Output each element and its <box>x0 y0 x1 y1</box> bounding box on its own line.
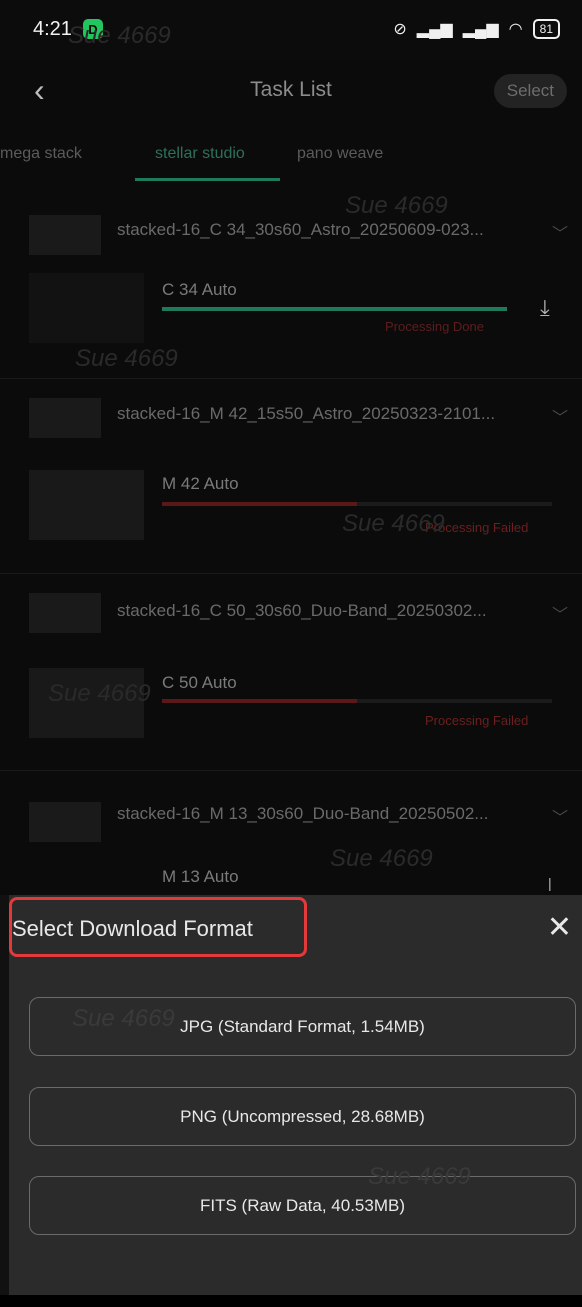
task-thumbnail <box>29 215 101 255</box>
progress-track <box>162 699 552 703</box>
task-status: Processing Done <box>385 319 484 334</box>
task-item[interactable]: stacked-16_C 50_30s60_Duo-Band_20250302.… <box>0 573 582 771</box>
tab-pano-weave[interactable]: pano weave <box>297 145 383 163</box>
progress-track <box>162 307 507 311</box>
task-label: C 50 Auto <box>162 673 237 692</box>
status-time: 4:21 <box>33 18 72 40</box>
chevron-down-icon[interactable]: ﹀ <box>552 601 568 625</box>
watermark: Sue 4669 <box>72 1005 175 1032</box>
download-icon[interactable]: ⤓ <box>540 295 550 321</box>
watermark: Sue 4669 <box>342 510 445 537</box>
close-icon[interactable]: ✕ <box>547 910 572 945</box>
sheet-edge <box>0 895 9 1307</box>
option-label: JPG (Standard Format, 1.54MB) <box>180 1016 425 1036</box>
chevron-down-icon[interactable]: ﹀ <box>552 220 568 244</box>
wifi-icon: ◠ <box>508 21 523 38</box>
fits-option-button[interactable]: FITS (Raw Data, 40.53MB) <box>29 1176 576 1235</box>
tab-stellar-studio[interactable]: stellar studio <box>155 145 245 163</box>
watermark: Sue 4669 <box>330 845 433 872</box>
active-tab-indicator <box>135 178 280 181</box>
signal-icon: ▂▄▆ <box>416 21 453 38</box>
task-thumbnail <box>29 593 101 633</box>
option-label: FITS (Raw Data, 40.53MB) <box>199 1195 405 1215</box>
task-label: M 42 Auto <box>162 474 239 493</box>
task-thumbnail <box>29 398 101 438</box>
task-label: C 34 Auto <box>162 280 237 299</box>
task-item[interactable]: stacked-16_M 13_30s60_Duo-Band_20250502.… <box>0 770 582 895</box>
task-title: stacked-16_C 34_30s60_Astro_20250609-023… <box>117 220 484 239</box>
task-status: Processing Failed <box>425 713 529 728</box>
battery-icon: 81 <box>532 19 560 39</box>
task-thumbnail <box>29 802 101 842</box>
watermark: Sue 4669 <box>68 22 171 49</box>
task-preview-image <box>29 470 144 540</box>
mute-icon: ⊘ <box>393 21 407 38</box>
sheet-title: Select Download Format <box>12 916 253 941</box>
status-icons: ⊘ ▂▄▆ ▂▄▆ ◠ 81 <box>393 19 560 39</box>
chevron-down-icon[interactable]: ﹀ <box>552 804 568 828</box>
task-title: stacked-16_C 50_30s60_Duo-Band_20250302.… <box>117 601 487 620</box>
png-option-button[interactable]: PNG (Uncompressed, 28.68MB) <box>29 1087 576 1146</box>
tab-mega-stack[interactable]: mega stack <box>0 145 82 163</box>
watermark: Sue 4669 <box>48 680 151 707</box>
select-button[interactable]: Select <box>493 74 567 108</box>
progress-fill <box>162 699 357 703</box>
task-title: stacked-16_M 42_15s50_Astro_20250323-210… <box>117 404 496 423</box>
progress-fill <box>162 502 357 506</box>
watermark: Sue 4669 <box>345 192 448 219</box>
task-title: stacked-16_M 13_30s60_Duo-Band_20250502.… <box>117 804 489 823</box>
download-icon[interactable]: | <box>548 875 552 891</box>
progress-fill <box>162 307 507 311</box>
watermark: Sue 4669 <box>368 1163 471 1190</box>
chevron-down-icon[interactable]: ﹀ <box>552 404 568 428</box>
task-label: M 13 Auto <box>162 867 239 886</box>
tab-bar: mega stack stellar studio pano weave <box>0 138 582 186</box>
task-preview-image <box>29 273 144 343</box>
option-label: PNG (Uncompressed, 28.68MB) <box>180 1106 425 1126</box>
signal-icon-2: ▂▄▆ <box>462 21 499 38</box>
watermark: Sue 4669 <box>75 345 178 372</box>
nav-bar <box>0 1295 582 1307</box>
task-item[interactable]: stacked-16_M 42_15s50_Astro_20250323-210… <box>0 378 582 574</box>
progress-track <box>162 502 552 506</box>
